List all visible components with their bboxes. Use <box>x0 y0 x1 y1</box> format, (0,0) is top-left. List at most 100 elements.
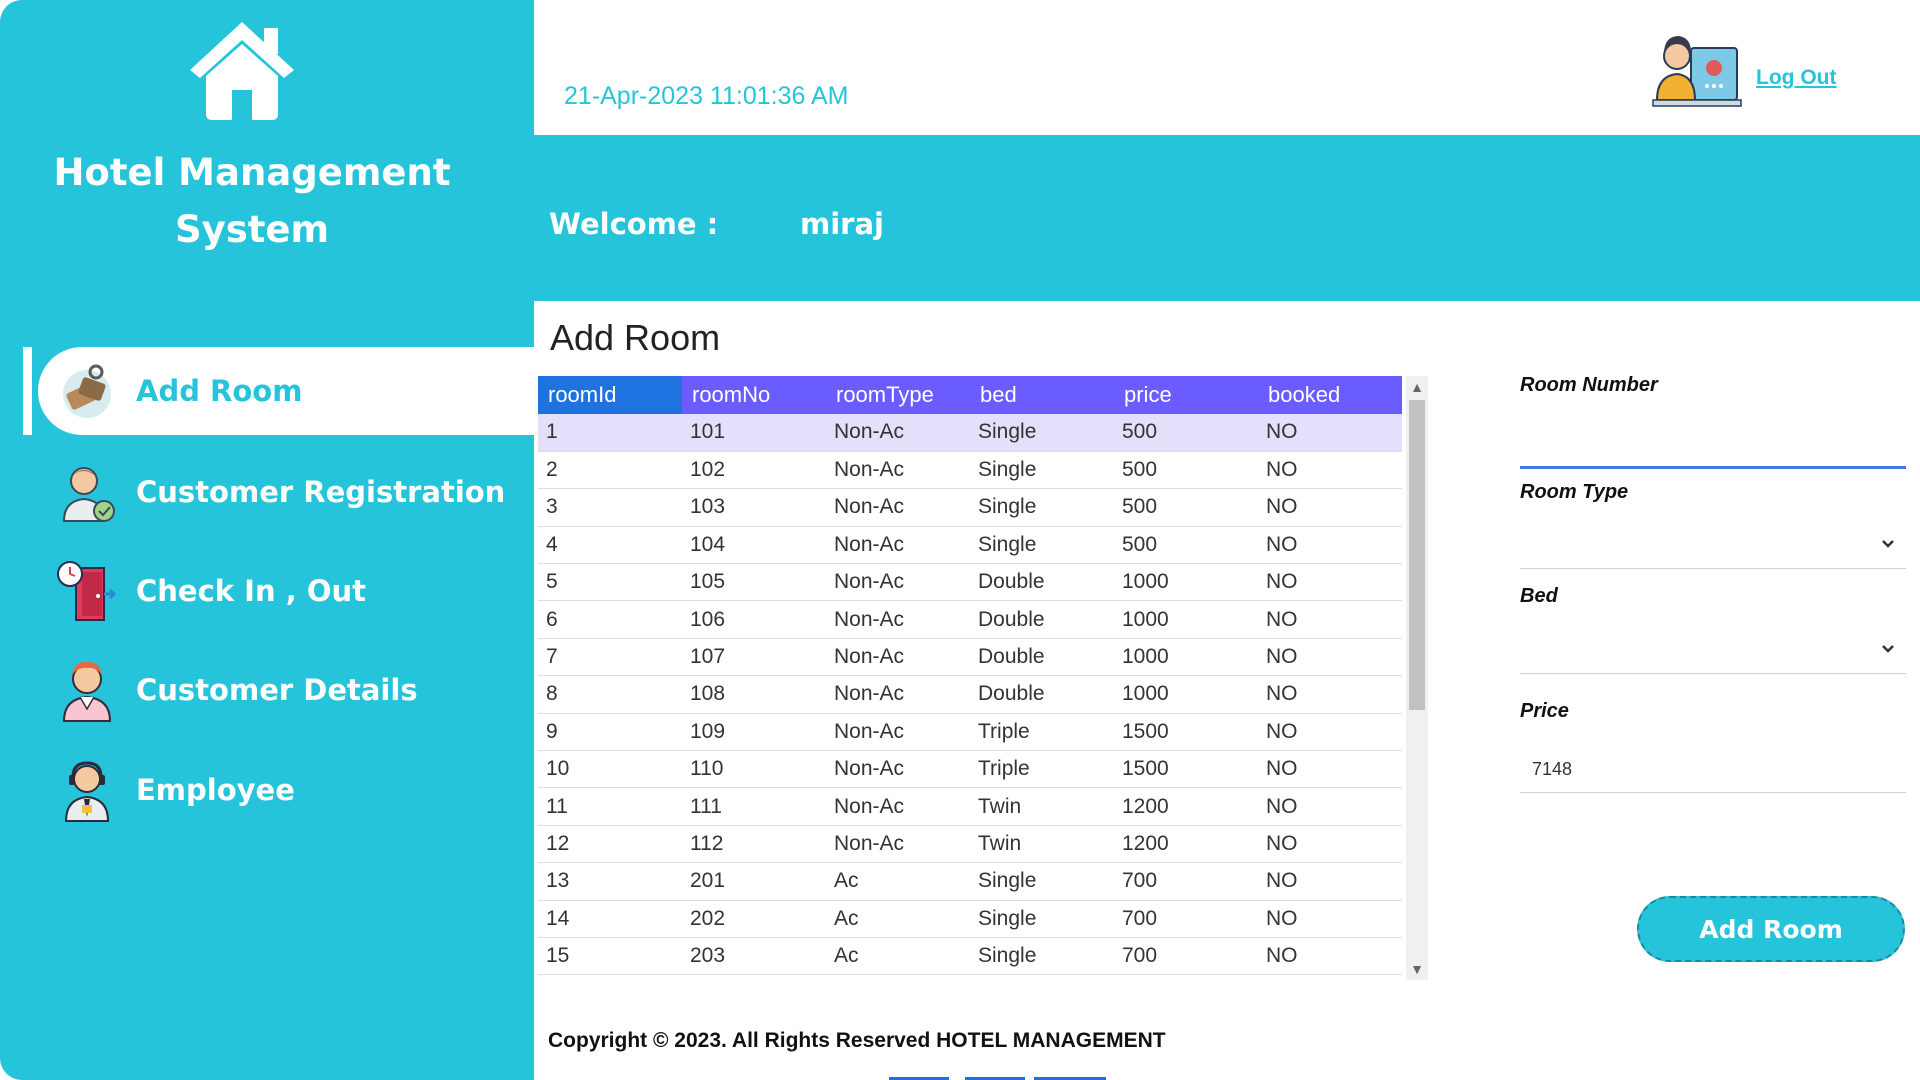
table-row[interactable]: 2 102 Non-Ac Single 500 NO <box>538 451 1402 490</box>
table-row[interactable]: 8 108 Non-Ac Double 1000 NO <box>538 675 1402 714</box>
scroll-up-icon[interactable]: ▲ <box>1406 376 1428 398</box>
table-row[interactable]: 1 101 Non-Ac Single 500 NO <box>538 414 1402 452</box>
table-cell: Non-Ac <box>826 451 970 490</box>
table-cell: 3 <box>538 488 682 527</box>
table-cell: Non-Ac <box>826 563 970 602</box>
table-cell: Non-Ac <box>826 713 970 752</box>
sidebar: Hotel Management System Add Room Custome… <box>0 0 534 1080</box>
room-type-label: Room Type <box>1520 481 1629 503</box>
table-cell: 106 <box>682 600 826 639</box>
table-row[interactable]: 12 112 Non-Ac Twin 1200 NO <box>538 825 1402 864</box>
sidebar-item-customer-details[interactable]: Customer Details <box>38 646 534 734</box>
table-cell: Non-Ac <box>826 414 970 452</box>
table-cell: 111 <box>682 787 826 826</box>
table-cell: 5 <box>538 563 682 602</box>
table-cell: 104 <box>682 526 826 565</box>
table-row[interactable]: 15 203 Ac Single 700 NO <box>538 937 1402 976</box>
table-cell: Single <box>970 526 1114 565</box>
table-cell: NO <box>1258 414 1402 452</box>
chevron-down-icon <box>1882 540 1894 548</box>
table-cell: 1000 <box>1114 675 1258 714</box>
table-cell: Non-Ac <box>826 825 970 864</box>
table-cell: 201 <box>682 862 826 901</box>
table-cell: 1 <box>538 414 682 452</box>
table-cell: 700 <box>1114 900 1258 938</box>
table-cell: 1500 <box>1114 713 1258 752</box>
column-header[interactable]: price <box>1114 376 1258 414</box>
sidebar-item-check-in-out[interactable]: Check In , Out <box>38 547 534 635</box>
table-cell: Ac <box>826 937 970 976</box>
table-cell: Single <box>970 937 1114 976</box>
scroll-down-icon[interactable]: ▼ <box>1406 958 1428 980</box>
room-type-select[interactable] <box>1520 521 1906 569</box>
employee-icon <box>64 761 110 822</box>
sidebar-item-employee[interactable]: Employee <box>38 746 534 834</box>
table-cell: 700 <box>1114 937 1258 976</box>
table-row[interactable]: 10 110 Non-Ac Triple 1500 NO <box>538 750 1402 789</box>
table-cell: Ac <box>826 900 970 938</box>
table-row[interactable]: 14 202 Ac Single 700 NO <box>538 900 1402 938</box>
table-row[interactable]: 6 106 Non-Ac Double 1000 NO <box>538 600 1402 639</box>
welcome-band: Welcome : miraj <box>534 135 1920 301</box>
table-cell: Single <box>970 488 1114 527</box>
add-room-button[interactable]: Add Room <box>1637 896 1905 962</box>
table-cell: 1200 <box>1114 825 1258 864</box>
table-row[interactable]: 13 201 Ac Single 700 NO <box>538 862 1402 901</box>
table-cell: 102 <box>682 451 826 490</box>
table-cell: Non-Ac <box>826 750 970 789</box>
table-cell: NO <box>1258 750 1402 789</box>
table-row[interactable]: 5 105 Non-Ac Double 1000 NO <box>538 563 1402 602</box>
sidebar-item-add-room[interactable]: Add Room <box>38 347 534 435</box>
table-cell: 1500 <box>1114 750 1258 789</box>
table-cell: NO <box>1258 600 1402 639</box>
table-header-row: roomId roomNo roomType bed price booked <box>538 376 1402 414</box>
column-header[interactable]: roomId <box>538 376 682 414</box>
sidebar-item-label: Check In , Out <box>136 574 366 608</box>
table-cell: Ac <box>826 862 970 901</box>
column-header[interactable]: roomType <box>826 376 970 414</box>
table-cell: 110 <box>682 750 826 789</box>
table-cell: Twin <box>970 787 1114 826</box>
table-cell: Non-Ac <box>826 526 970 565</box>
table-cell: 11 <box>538 787 682 826</box>
logout-link[interactable]: Log Out <box>1756 66 1836 90</box>
room-key-icon <box>63 364 111 418</box>
price-label: Price <box>1520 700 1569 722</box>
table-cell: Double <box>970 600 1114 639</box>
scrollbar-thumb[interactable] <box>1409 400 1425 710</box>
table-cell: 500 <box>1114 451 1258 490</box>
table-cell: NO <box>1258 563 1402 602</box>
table-cell: 7 <box>538 638 682 677</box>
table-row[interactable]: 11 111 Non-Ac Twin 1200 NO <box>538 787 1402 826</box>
table-row[interactable]: 4 104 Non-Ac Single 500 NO <box>538 526 1402 565</box>
room-number-input[interactable] <box>1520 423 1906 469</box>
table-cell: 112 <box>682 825 826 864</box>
sidebar-item-label: Employee <box>136 773 295 807</box>
column-header[interactable]: bed <box>970 376 1114 414</box>
rooms-table[interactable]: roomId roomNo roomType bed price booked … <box>538 376 1406 976</box>
table-scrollbar[interactable]: ▲ ▼ <box>1406 376 1428 980</box>
price-input[interactable] <box>1520 747 1906 793</box>
datetime-display: 21-Apr-2023 11:01:36 AM <box>564 82 849 110</box>
table-cell: 203 <box>682 937 826 976</box>
main-content: Add Room roomId roomNo roomType bed pric… <box>534 301 1920 1080</box>
table-cell: Single <box>970 862 1114 901</box>
table-cell: Single <box>970 900 1114 938</box>
column-header[interactable]: booked <box>1258 376 1402 414</box>
table-cell: NO <box>1258 451 1402 490</box>
sidebar-item-customer-registration[interactable]: Customer Registration <box>38 448 534 536</box>
table-cell: Double <box>970 675 1114 714</box>
table-cell: 8 <box>538 675 682 714</box>
table-cell: Non-Ac <box>826 675 970 714</box>
table-row[interactable]: 3 103 Non-Ac Single 500 NO <box>538 488 1402 527</box>
bed-select[interactable] <box>1520 626 1906 674</box>
bed-label: Bed <box>1520 585 1558 607</box>
column-header[interactable]: roomNo <box>682 376 826 414</box>
table-row[interactable]: 7 107 Non-Ac Double 1000 NO <box>538 638 1402 677</box>
table-cell: NO <box>1258 937 1402 976</box>
table-cell: 15 <box>538 937 682 976</box>
table-cell: 12 <box>538 825 682 864</box>
table-cell: NO <box>1258 900 1402 938</box>
table-row[interactable]: 9 109 Non-Ac Triple 1500 NO <box>538 713 1402 752</box>
table-cell: NO <box>1258 638 1402 677</box>
